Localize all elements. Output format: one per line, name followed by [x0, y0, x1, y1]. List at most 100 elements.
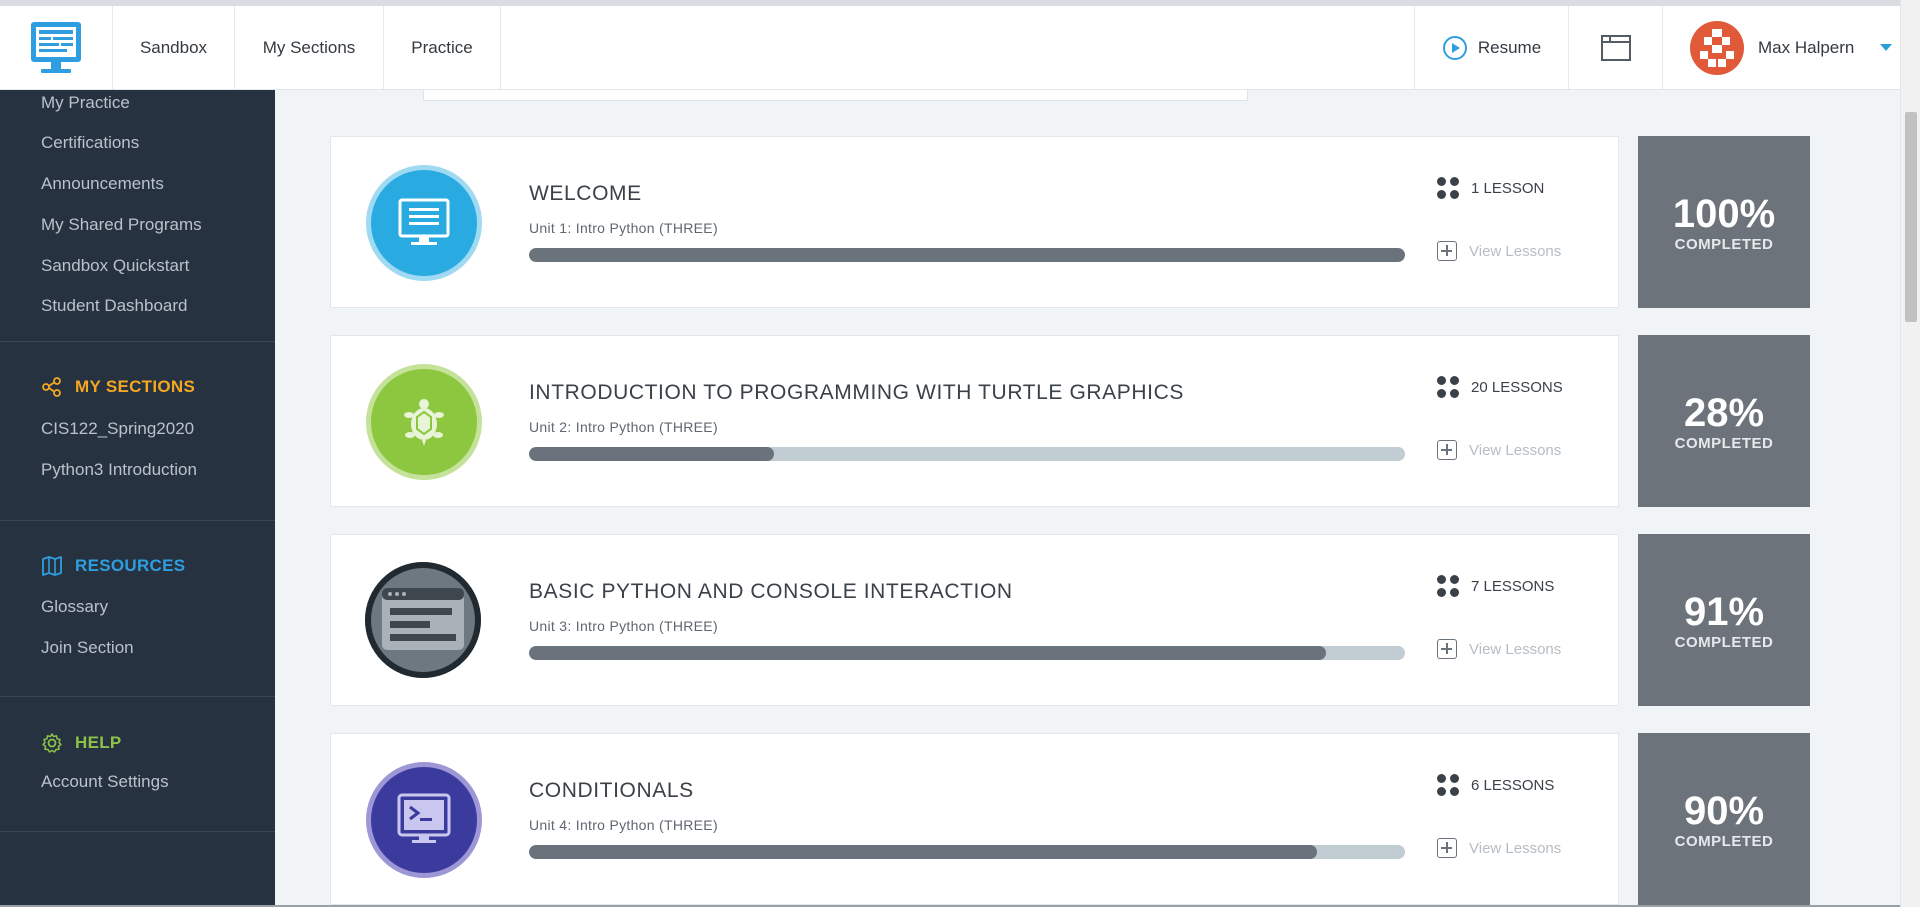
- sidebar-divider: [0, 831, 275, 832]
- logo[interactable]: [0, 6, 113, 89]
- resume-label: Resume: [1477, 37, 1542, 57]
- sidebar-item-join-section[interactable]: Join Section: [41, 638, 134, 658]
- progress-bar: [529, 447, 1405, 461]
- grid-dots-icon: [1437, 774, 1459, 796]
- completion-label: COMPLETED: [1674, 832, 1774, 850]
- lesson-count: 7 LESSONS: [1437, 575, 1554, 597]
- progress-bar-fill: [529, 646, 1327, 660]
- console-window-icon: [365, 562, 481, 678]
- progress-bar: [529, 646, 1405, 660]
- unit-title[interactable]: WELCOME: [529, 182, 642, 206]
- completion-percent: 91%: [1683, 589, 1765, 634]
- unit-card[interactable]: BASIC PYTHON AND CONSOLE INTERACTION Uni…: [330, 534, 1619, 706]
- main-content: WELCOME Unit 1: Intro Python (THREE) 1 L…: [275, 90, 1900, 907]
- completion-percent: 90%: [1683, 788, 1765, 833]
- sidebar-heading-resources[interactable]: RESOURCES: [41, 556, 185, 576]
- completion-percent: 28%: [1683, 390, 1765, 435]
- sidebar-item-cis122-spring2020[interactable]: CIS122_Spring2020: [41, 419, 194, 439]
- gear-icon: [42, 733, 62, 753]
- help-heading-label: HELP: [75, 733, 122, 752]
- view-lessons-label: View Lessons: [1469, 640, 1562, 658]
- view-lessons-button[interactable]: View Lessons: [1437, 241, 1561, 261]
- sidebar: My Practice Certifications Announcements…: [0, 90, 275, 907]
- unit-card[interactable]: INTRODUCTION TO PROGRAMMING WITH TURTLE …: [330, 335, 1619, 507]
- progress-bar-fill: [529, 845, 1318, 859]
- lesson-count-label: 1 LESSON: [1471, 179, 1545, 197]
- codehs-monitor-logo-icon: [31, 21, 81, 73]
- lesson-count: 1 LESSON: [1437, 177, 1544, 199]
- turtle-icon: [371, 369, 477, 475]
- terminal-icon: [371, 767, 477, 873]
- page-scrollbar[interactable]: [1900, 0, 1920, 907]
- sidebar-divider: [0, 520, 275, 521]
- view-lessons-label: View Lessons: [1469, 839, 1562, 857]
- sidebar-item-student-dashboard[interactable]: Student Dashboard: [41, 296, 188, 316]
- grid-dots-icon: [1437, 575, 1459, 597]
- lesson-count: 20 LESSONS: [1437, 376, 1563, 398]
- resources-heading-label: RESOURCES: [75, 556, 186, 575]
- search-box-edge: [423, 90, 1248, 101]
- sidebar-heading-help[interactable]: HELP: [41, 732, 122, 754]
- completion-label: COMPLETED: [1674, 633, 1774, 651]
- plus-square-icon: [1437, 838, 1457, 858]
- unit-card[interactable]: CONDITIONALS Unit 4: Intro Python (THREE…: [330, 733, 1619, 905]
- progress-bar-fill: [529, 248, 1405, 262]
- monitor-icon: [371, 170, 477, 276]
- unit-title[interactable]: BASIC PYTHON AND CONSOLE INTERACTION: [529, 580, 1013, 604]
- lesson-count-label: 7 LESSONS: [1471, 577, 1555, 595]
- sidebar-item-my-shared-programs[interactable]: My Shared Programs: [41, 215, 202, 235]
- sidebar-item-certifications[interactable]: Certifications: [41, 133, 139, 153]
- sidebar-heading-my-sections[interactable]: MY SECTIONS: [41, 376, 195, 398]
- scrollbar-thumb[interactable]: [1905, 112, 1917, 322]
- sidebar-item-glossary[interactable]: Glossary: [41, 597, 108, 617]
- user-menu[interactable]: Max Halpern: [1662, 6, 1900, 89]
- view-lessons-label: View Lessons: [1469, 242, 1562, 260]
- completion-label: COMPLETED: [1674, 434, 1774, 452]
- unit-title[interactable]: CONDITIONALS: [529, 779, 694, 803]
- sidebar-item-sandbox-quickstart[interactable]: Sandbox Quickstart: [41, 256, 189, 276]
- completion-box: 28% COMPLETED: [1638, 335, 1810, 507]
- unit-card[interactable]: WELCOME Unit 1: Intro Python (THREE) 1 L…: [330, 136, 1619, 308]
- view-lessons-button[interactable]: View Lessons: [1437, 639, 1561, 659]
- sidebar-item-my-practice[interactable]: My Practice: [41, 93, 130, 113]
- plus-square-icon: [1437, 440, 1457, 460]
- sidebar-item-announcements[interactable]: Announcements: [41, 174, 164, 194]
- lesson-count: 6 LESSONS: [1437, 774, 1554, 796]
- view-lessons-button[interactable]: View Lessons: [1437, 440, 1561, 460]
- progress-bar: [529, 248, 1405, 262]
- sidebar-divider: [0, 341, 275, 342]
- my-sections-heading-label: MY SECTIONS: [75, 377, 196, 396]
- book-map-icon: [42, 556, 62, 576]
- play-circle-icon: [1442, 35, 1467, 60]
- lesson-count-label: 20 LESSONS: [1471, 378, 1563, 396]
- top-navigation-bar: Sandbox My Sections Practice Resume Max …: [0, 0, 1900, 90]
- progress-bar: [529, 845, 1405, 859]
- unit-subtitle: Unit 3: Intro Python (THREE): [529, 618, 718, 634]
- progress-bar-fill: [529, 447, 775, 461]
- sidebar-item-account-settings[interactable]: Account Settings: [41, 772, 169, 792]
- view-lessons-button[interactable]: View Lessons: [1437, 838, 1561, 858]
- user-name: Max Halpern: [1758, 37, 1855, 57]
- nav-practice[interactable]: Practice: [384, 6, 501, 89]
- completion-box: 90% COMPLETED: [1638, 733, 1810, 905]
- lesson-count-label: 6 LESSONS: [1471, 776, 1555, 794]
- plus-square-icon: [1437, 241, 1457, 261]
- unit-subtitle: Unit 1: Intro Python (THREE): [529, 220, 718, 236]
- sidebar-divider: [0, 696, 275, 697]
- completion-percent: 100%: [1672, 191, 1776, 236]
- view-lessons-label: View Lessons: [1469, 441, 1562, 459]
- nav-my-sections[interactable]: My Sections: [235, 6, 384, 89]
- completion-label: COMPLETED: [1674, 235, 1774, 253]
- nav-sandbox[interactable]: Sandbox: [113, 6, 235, 89]
- completion-box: 100% COMPLETED: [1638, 136, 1810, 308]
- sidebar-item-python3-introduction[interactable]: Python3 Introduction: [41, 460, 197, 480]
- browser-window-button[interactable]: [1568, 6, 1662, 89]
- browser-window-icon: [1600, 34, 1631, 61]
- grid-dots-icon: [1437, 177, 1459, 199]
- plus-square-icon: [1437, 639, 1457, 659]
- grid-dots-icon: [1437, 376, 1459, 398]
- unit-subtitle: Unit 2: Intro Python (THREE): [529, 419, 718, 435]
- resume-button[interactable]: Resume: [1414, 6, 1568, 89]
- unit-title[interactable]: INTRODUCTION TO PROGRAMMING WITH TURTLE …: [529, 381, 1184, 405]
